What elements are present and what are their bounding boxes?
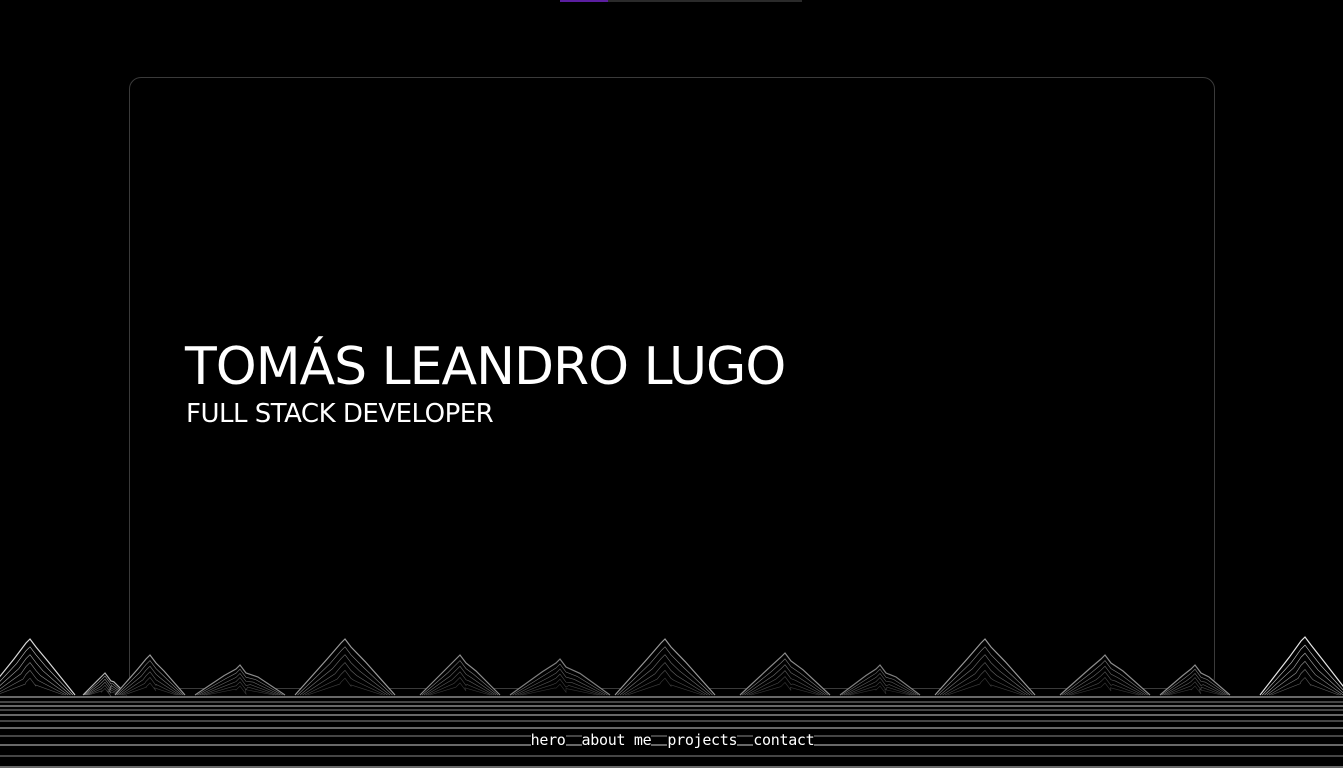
bottom-navigation: hero about me projects contact	[0, 730, 1343, 750]
nav-link-contact[interactable]: contact	[753, 730, 815, 750]
scroll-progress-bar	[560, 0, 802, 2]
portfolio-page: TOMÁS LEANDRO LUGO FULL STACK DEVELOPER …	[0, 0, 1343, 768]
hero-role: FULL STACK DEVELOPER	[186, 399, 494, 429]
nav-link-projects[interactable]: projects	[667, 730, 738, 750]
scroll-progress-fill	[560, 0, 609, 2]
nav-link-hero[interactable]: hero	[530, 730, 566, 750]
nav-link-about-me[interactable]: about me	[581, 730, 652, 750]
hero-name: TOMÁS LEANDRO LUGO	[185, 337, 786, 397]
